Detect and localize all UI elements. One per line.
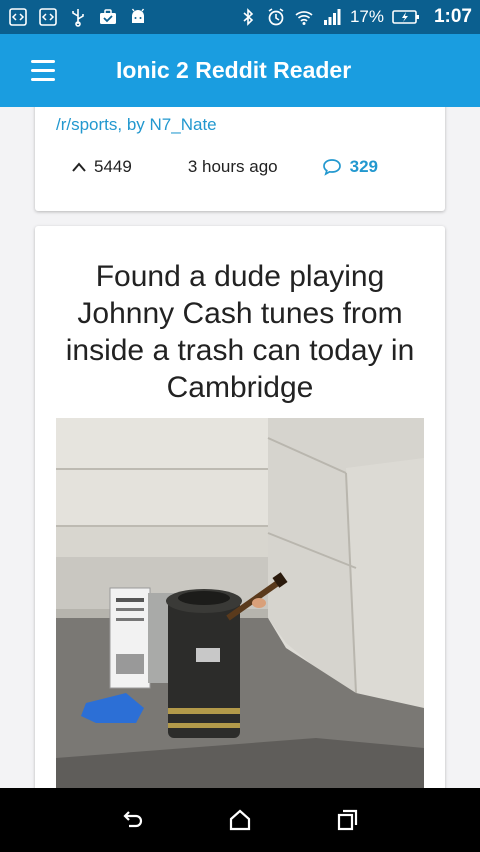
code-icon [8, 7, 28, 27]
comment-count: 329 [349, 157, 378, 176]
home-button[interactable] [220, 800, 260, 840]
comments-button[interactable]: 329 [322, 157, 378, 177]
android-icon [128, 7, 148, 27]
back-button[interactable] [113, 800, 153, 840]
app-toolbar: Ionic 2 Reddit Reader [0, 34, 480, 107]
post-card[interactable]: Found a dude playing Johnny Cash tunes f… [35, 226, 445, 788]
home-icon [229, 809, 251, 831]
briefcase-check-icon [98, 7, 118, 27]
status-right-icons: 17% 1:07 [238, 6, 472, 28]
status-left-icons [8, 7, 148, 27]
signal-icon [322, 7, 342, 27]
upvote-button[interactable]: 5449 [71, 157, 132, 177]
battery-charging-icon [392, 7, 420, 27]
post-image[interactable] [56, 418, 424, 788]
menu-icon [31, 57, 55, 84]
post-list[interactable]: /r/sports, by N7_Nate 5449 3 hours ago 3… [0, 107, 480, 788]
post-source-link[interactable]: /r/sports, by N7_Nate [56, 115, 217, 135]
recents-icon [337, 809, 357, 831]
page-title: Ionic 2 Reddit Reader [116, 57, 352, 83]
menu-button[interactable] [16, 34, 70, 107]
comment-icon [322, 159, 341, 176]
alarm-icon [266, 7, 286, 27]
status-bar: 17% 1:07 [0, 0, 480, 34]
usb-icon [68, 7, 88, 27]
system-nav-bar [0, 788, 480, 852]
bluetooth-icon [238, 7, 258, 27]
post-card[interactable]: /r/sports, by N7_Nate 5449 3 hours ago 3… [35, 107, 445, 211]
chevron-up-icon [72, 162, 86, 172]
recents-button[interactable] [327, 800, 367, 840]
back-icon [123, 811, 143, 828]
clock: 1:07 [433, 6, 472, 27]
code-icon [38, 7, 58, 27]
post-time: 3 hours ago [187, 157, 278, 176]
score: 5449 [94, 157, 132, 176]
wifi-icon [294, 7, 314, 27]
post-title[interactable]: Found a dude playing Johnny Cash tunes f… [53, 258, 427, 406]
post-meta: 5449 3 hours ago 329 [35, 151, 445, 183]
battery-percent: 17% [349, 7, 384, 26]
